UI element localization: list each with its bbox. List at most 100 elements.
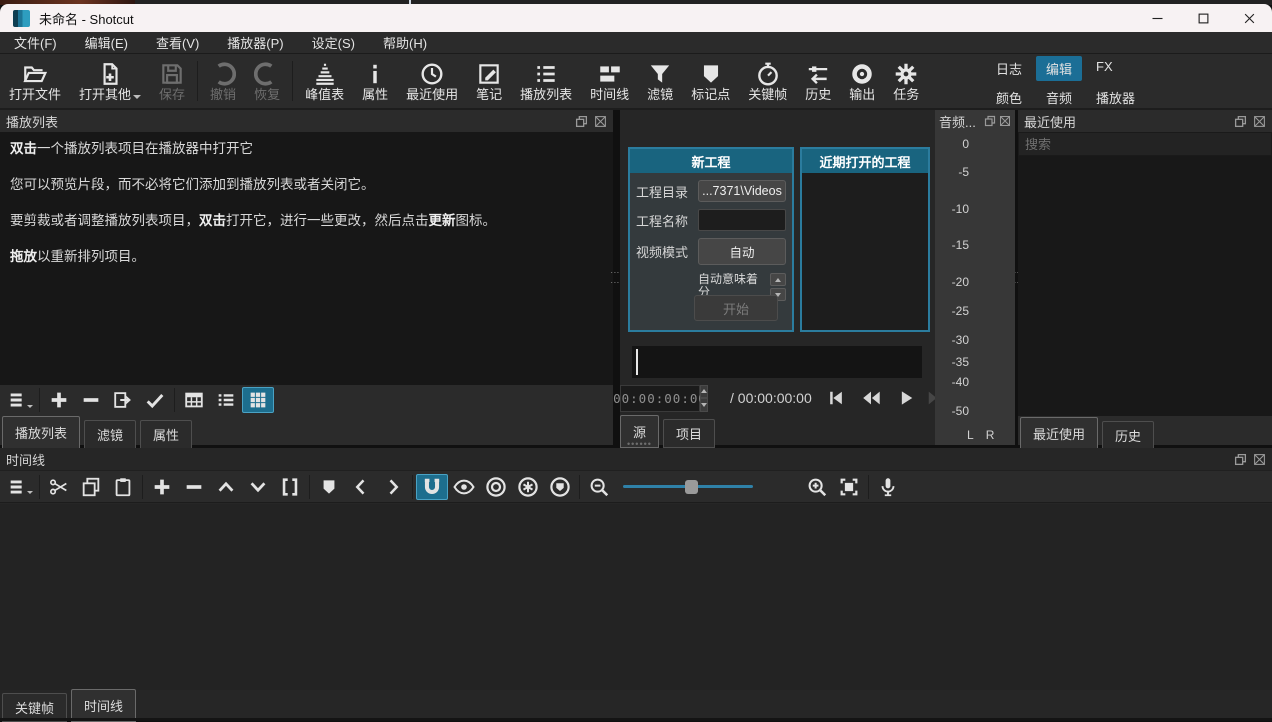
playlist-menu-button[interactable]: [4, 387, 36, 413]
paste-button[interactable]: [107, 474, 139, 500]
project-folder-button[interactable]: ...7371\Videos: [698, 180, 786, 202]
menu-player[interactable]: 播放器(P): [213, 33, 297, 52]
db-scale-label: -5: [939, 165, 969, 179]
slider-handle[interactable]: [685, 480, 698, 494]
tab-playlist[interactable]: 播放列表: [2, 416, 80, 449]
markers-button[interactable]: 标记点: [682, 59, 739, 104]
layout-fx-button[interactable]: FX: [1086, 56, 1123, 81]
notes-button[interactable]: 笔记: [467, 59, 511, 104]
tab-history[interactable]: 历史: [1102, 421, 1154, 450]
project-name-input[interactable]: [698, 209, 786, 231]
layout-color-button[interactable]: 颜色: [986, 85, 1032, 110]
recent-button[interactable]: 最近使用: [397, 59, 467, 104]
playlist-ok-button[interactable]: [139, 387, 171, 413]
timecode-down-button[interactable]: [700, 398, 708, 412]
ripple-all-tracks-button[interactable]: [512, 474, 544, 500]
tab-recent[interactable]: 最近使用: [1020, 417, 1098, 450]
float-panel-icon[interactable]: [575, 115, 588, 128]
close-panel-icon[interactable]: [999, 115, 1011, 127]
layout-player-button[interactable]: 播放器: [1086, 85, 1145, 110]
ripple-markers-button[interactable]: [544, 474, 576, 500]
record-audio-button[interactable]: [872, 474, 904, 500]
close-panel-icon[interactable]: [1253, 453, 1266, 466]
menu-file[interactable]: 文件(F): [0, 33, 71, 52]
timeline-tracks-area[interactable]: [0, 504, 1272, 690]
splitter-handle[interactable]: ⋮⋮: [613, 268, 617, 288]
minimize-button[interactable]: [1134, 4, 1180, 32]
copy-button[interactable]: [75, 474, 107, 500]
save-button[interactable]: 保存: [150, 59, 194, 104]
maximize-button[interactable]: [1180, 4, 1226, 32]
zoom-in-button[interactable]: [801, 474, 833, 500]
playhead-cursor[interactable]: [636, 349, 638, 375]
snap-toggle-button[interactable]: [416, 474, 448, 500]
menu-settings[interactable]: 设定(S): [298, 33, 369, 52]
timeline-menu-button[interactable]: [4, 474, 36, 500]
open-file-button[interactable]: 打开文件: [0, 59, 70, 104]
plus-icon: [48, 389, 70, 411]
playlist-add-button[interactable]: [43, 387, 75, 413]
recent-files-list[interactable]: [1018, 156, 1272, 416]
history-button[interactable]: 历史: [796, 59, 840, 104]
timecode-spinbox[interactable]: 00:00:00:00: [620, 385, 700, 412]
menubar: 文件(F) 编辑(E) 查看(V) 播放器(P) 设定(S) 帮助(H): [0, 32, 1272, 54]
playlist-detail-view-button[interactable]: [178, 387, 210, 413]
previous-marker-button[interactable]: [345, 474, 377, 500]
cut-button[interactable]: [43, 474, 75, 500]
start-button[interactable]: 开始: [694, 295, 778, 321]
export-button[interactable]: 输出: [840, 59, 884, 104]
menu-view[interactable]: 查看(V): [142, 33, 213, 52]
playlist-update-button[interactable]: [107, 387, 139, 413]
menu-edit[interactable]: 编辑(E): [71, 33, 142, 52]
filters-button[interactable]: 滤镜: [638, 59, 682, 104]
timeline-button[interactable]: 时间线: [581, 59, 638, 104]
redo-icon: [254, 61, 280, 87]
marker-button[interactable]: [313, 474, 345, 500]
close-panel-icon[interactable]: [1253, 115, 1266, 128]
ripple-delete-button[interactable]: [178, 474, 210, 500]
zoom-out-button[interactable]: [583, 474, 615, 500]
keyframes-button[interactable]: 关键帧: [739, 59, 796, 104]
properties-button[interactable]: 属性: [353, 59, 397, 104]
undo-button[interactable]: 撤销: [201, 59, 245, 104]
play-button[interactable]: [896, 388, 916, 408]
tab-project[interactable]: 项目: [663, 419, 715, 448]
timecode-up-button[interactable]: [700, 385, 708, 399]
overwrite-button[interactable]: [242, 474, 274, 500]
peak-meter-button[interactable]: 峰值表: [296, 59, 353, 104]
layout-audio-button[interactable]: 音频: [1036, 85, 1082, 110]
playlist-icon-view-button[interactable]: [242, 387, 274, 413]
video-mode-button[interactable]: 自动: [698, 238, 786, 265]
layout-logging-button[interactable]: 日志: [986, 56, 1032, 81]
db-scale-label: -20: [939, 275, 969, 289]
layout-editing-button[interactable]: 编辑: [1036, 56, 1082, 81]
redo-button[interactable]: 恢复: [245, 59, 289, 104]
open-other-button[interactable]: 打开其他: [70, 59, 150, 104]
playlist-tile-view-button[interactable]: [210, 387, 242, 413]
scrub-while-dragging-button[interactable]: [448, 474, 480, 500]
float-panel-icon[interactable]: [1234, 453, 1247, 466]
next-marker-button[interactable]: [377, 474, 409, 500]
playlist-button[interactable]: 播放列表: [511, 59, 581, 104]
timeline-zoom-slider[interactable]: [623, 480, 753, 494]
append-button[interactable]: [146, 474, 178, 500]
toolbar-separator: [412, 475, 413, 499]
jobs-button[interactable]: 任务: [884, 59, 928, 104]
float-panel-icon[interactable]: [1234, 115, 1247, 128]
player-seekbar[interactable]: [632, 346, 922, 378]
close-button[interactable]: [1226, 4, 1272, 32]
lift-button[interactable]: [210, 474, 242, 500]
split-button[interactable]: [274, 474, 306, 500]
close-panel-icon[interactable]: [594, 115, 607, 128]
playlist-remove-button[interactable]: [75, 387, 107, 413]
scroll-up-button[interactable]: [770, 273, 786, 286]
search-input[interactable]: [1018, 132, 1272, 156]
zoom-fit-button[interactable]: [833, 474, 865, 500]
tab-filters[interactable]: 滤镜: [84, 420, 136, 449]
ripple-button[interactable]: [480, 474, 512, 500]
menu-help[interactable]: 帮助(H): [369, 33, 441, 52]
fast-rewind-button[interactable]: [860, 387, 882, 409]
float-panel-icon[interactable]: [984, 115, 996, 127]
skip-to-start-button[interactable]: [826, 388, 846, 408]
tab-properties[interactable]: 属性: [140, 420, 192, 449]
